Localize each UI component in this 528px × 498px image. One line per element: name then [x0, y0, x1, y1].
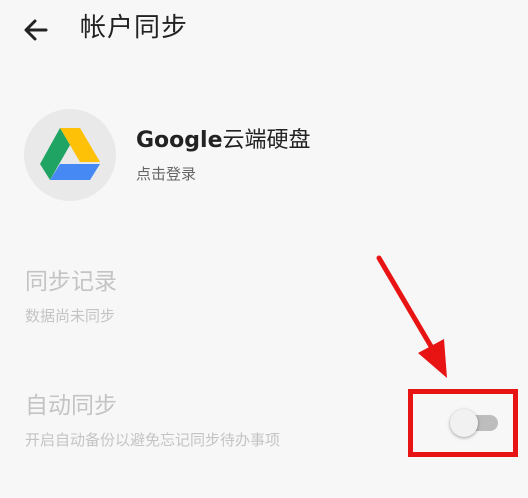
sync-record-title: 同步记录 — [25, 269, 117, 295]
account-name-latin: Google — [136, 128, 223, 153]
page-title: 帐户同步 — [80, 13, 189, 43]
annotation-highlight-box — [408, 389, 518, 457]
account-text: Google云端硬盘 点击登录 — [136, 126, 311, 184]
google-drive-account-item[interactable]: Google云端硬盘 点击登录 — [24, 108, 504, 202]
sync-record-item: 同步记录 数据尚未同步 — [25, 266, 117, 326]
arrow-left-icon — [24, 19, 48, 41]
login-hint: 点击登录 — [136, 165, 197, 183]
back-button[interactable] — [18, 12, 54, 48]
auto-sync-subtitle: 开启自动备份以避免忘记同步待办事项 — [25, 431, 281, 449]
sync-record-subtitle: 数据尚未同步 — [25, 307, 116, 325]
account-name-cn: 云端硬盘 — [222, 128, 311, 153]
auto-sync-item: 自动同步 开启自动备份以避免忘记同步待办事项 — [25, 390, 280, 450]
top-bar: 帐户同步 — [0, 0, 528, 56]
google-drive-avatar — [24, 109, 116, 201]
auto-sync-title: 自动同步 — [25, 393, 117, 419]
account-name: Google云端硬盘 — [136, 126, 311, 156]
google-drive-icon — [40, 128, 100, 180]
